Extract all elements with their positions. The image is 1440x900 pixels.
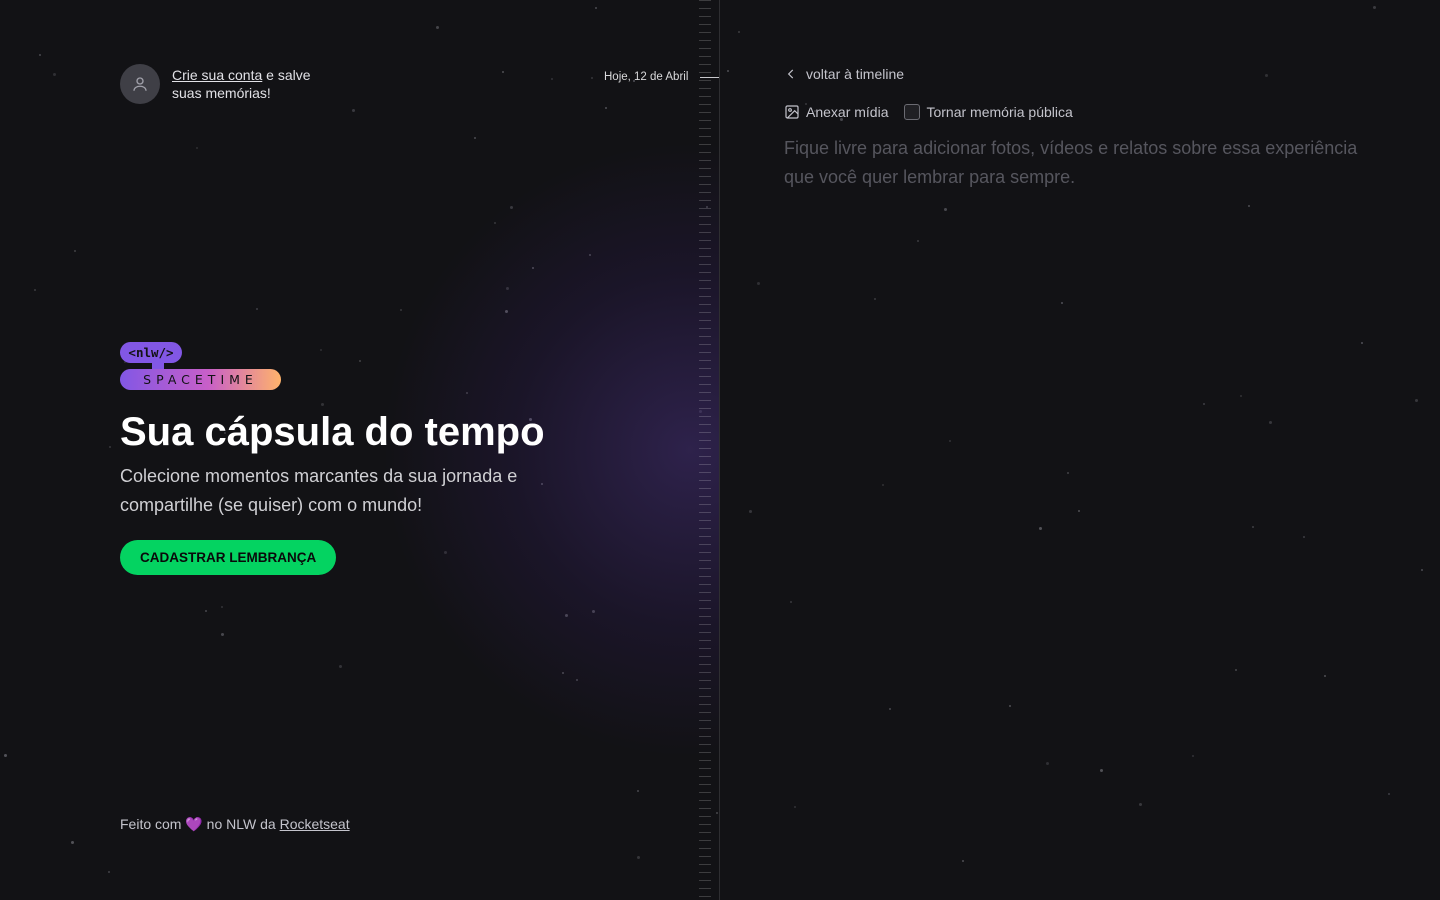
editor-panel: voltar à timeline Anexar mídia Tornar me… bbox=[720, 0, 1440, 900]
user-icon bbox=[133, 77, 147, 91]
hero-description: Colecione momentos marcantes da sua jorn… bbox=[120, 466, 518, 515]
timeline-marker bbox=[700, 77, 719, 78]
footer: Feito com 💜 no NLW da Rocketseat bbox=[120, 816, 350, 833]
create-account-link[interactable]: Crie sua conta bbox=[172, 67, 262, 83]
signin-text: Crie sua conta e salve suas memórias! bbox=[172, 66, 311, 102]
attach-media-label: Anexar mídia bbox=[806, 104, 889, 120]
chevron-left-icon bbox=[787, 69, 794, 79]
hero: <nlw/> SPACETIME Sua cápsula do tempo Co… bbox=[120, 342, 580, 575]
back-label: voltar à timeline bbox=[806, 66, 905, 82]
avatar bbox=[120, 64, 160, 104]
nlw-spacetime-logo: <nlw/> SPACETIME bbox=[120, 342, 281, 390]
footer-middle: no NLW da bbox=[202, 816, 280, 832]
signin-link[interactable]: Crie sua conta e salve suas memórias! bbox=[120, 64, 311, 104]
signin-text-rest-2: suas memórias! bbox=[172, 85, 271, 101]
public-memory-label: Tornar memória pública bbox=[926, 104, 1073, 120]
signin-text-rest-1: e salve bbox=[262, 67, 311, 83]
back-to-timeline-link[interactable]: voltar à timeline bbox=[784, 66, 904, 82]
timeline-ruler bbox=[699, 0, 711, 900]
public-memory-toggle[interactable]: Tornar memória pública bbox=[904, 104, 1073, 120]
rocketseat-link[interactable]: Rocketseat bbox=[280, 816, 350, 832]
left-panel: Hoje, 12 de Abril Crie sua conta e salve… bbox=[0, 0, 720, 900]
heart-icon: 💜 bbox=[185, 816, 203, 832]
image-icon bbox=[785, 105, 799, 119]
hero-title: Sua cápsula do tempo bbox=[120, 410, 545, 454]
logo-brand-text: SPACETIME bbox=[143, 372, 258, 387]
editor-toolbar: Anexar mídia Tornar memória pública bbox=[784, 104, 1073, 120]
timeline-date-label: Hoje, 12 de Abril bbox=[604, 71, 689, 83]
logo-tag-text: <nlw/> bbox=[128, 345, 173, 360]
register-memory-button[interactable]: CADASTRAR LEMBRANÇA bbox=[120, 540, 337, 575]
checkbox-icon[interactable] bbox=[904, 104, 921, 120]
attach-media-button[interactable]: Anexar mídia bbox=[784, 104, 888, 120]
memory-content-input[interactable] bbox=[784, 134, 1384, 814]
footer-prefix: Feito com bbox=[120, 816, 186, 832]
